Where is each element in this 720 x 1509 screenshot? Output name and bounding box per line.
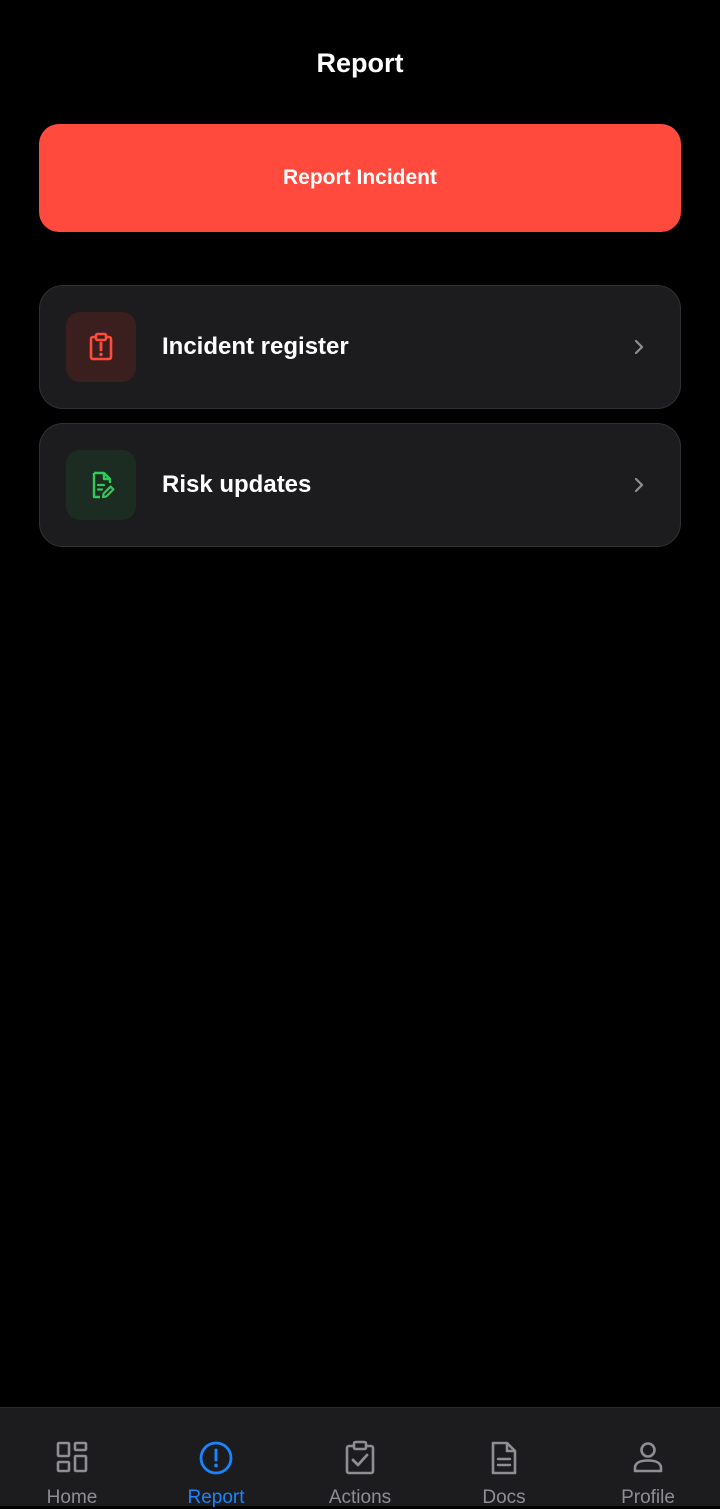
page-title: Report bbox=[316, 48, 404, 78]
menu-item-label: Incident register bbox=[162, 333, 349, 360]
tab-docs[interactable]: Docs bbox=[432, 1408, 576, 1508]
report-incident-button[interactable]: Report Incident bbox=[39, 124, 681, 232]
tab-report[interactable]: Report bbox=[144, 1408, 288, 1508]
chevron-right-icon bbox=[632, 338, 646, 356]
menu-item-label: Risk updates bbox=[162, 471, 312, 498]
person-icon bbox=[576, 1440, 720, 1474]
clipboard-check-icon bbox=[288, 1440, 432, 1476]
menu-item-incident-register[interactable]: Incident register bbox=[39, 285, 681, 409]
document-icon bbox=[432, 1440, 576, 1476]
bottom-tab-bar: Home Report Actions Docs Profile bbox=[0, 1407, 720, 1508]
tab-home[interactable]: Home bbox=[0, 1408, 144, 1508]
document-edit-icon bbox=[66, 450, 136, 520]
chevron-right-icon bbox=[632, 476, 646, 494]
dashboard-grid-icon bbox=[0, 1440, 144, 1474]
tab-profile[interactable]: Profile bbox=[576, 1408, 720, 1508]
tab-actions[interactable]: Actions bbox=[288, 1408, 432, 1508]
menu-item-risk-updates[interactable]: Risk updates bbox=[39, 423, 681, 547]
alert-circle-icon bbox=[144, 1440, 288, 1476]
clipboard-alert-icon bbox=[66, 312, 136, 382]
